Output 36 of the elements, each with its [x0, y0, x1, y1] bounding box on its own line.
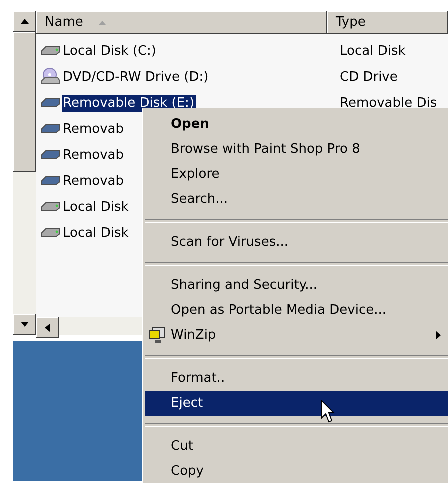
scroll-up-button[interactable] [13, 11, 36, 32]
drive-type: Removable Dis [339, 96, 438, 110]
menu-item[interactable]: Format.. [145, 366, 448, 391]
mouse-cursor-icon [321, 400, 335, 424]
scroll-thumb[interactable] [13, 32, 36, 172]
winzip-icon [149, 326, 167, 344]
drive-name[interactable]: DVD/CD-RW Drive (D:) [62, 68, 210, 86]
menu-item[interactable]: Sharing and Security... [145, 273, 448, 298]
menu-item[interactable]: Scan for Viruses... [145, 230, 448, 255]
drive-name[interactable]: Local Disk [62, 198, 130, 216]
drive-name[interactable]: Local Disk [62, 224, 130, 242]
menu-item[interactable]: Copy [145, 459, 448, 483]
drive-name[interactable]: Removab [62, 146, 125, 164]
submenu-arrow-icon [436, 331, 441, 340]
menu-item[interactable]: Open [145, 112, 448, 137]
column-header[interactable]: Type [327, 11, 448, 34]
column-header[interactable]: Name [36, 11, 327, 34]
drive-name[interactable]: Removab [62, 172, 125, 190]
drive-name[interactable]: Removable Disk (E:) [62, 94, 196, 112]
menu-item[interactable]: Cut [145, 434, 448, 459]
menu-item[interactable]: Search... [145, 187, 448, 212]
menu-item[interactable]: Explore [145, 162, 448, 187]
menu-item[interactable]: WinZip [145, 323, 448, 348]
drive-name[interactable]: Removab [62, 120, 125, 138]
drive-type: Local Disk [339, 44, 406, 58]
menu-item[interactable]: Eject [145, 391, 448, 416]
up-arrow-icon [20, 19, 28, 24]
scroll-left-button[interactable] [36, 317, 59, 338]
down-arrow-icon [20, 322, 28, 327]
menu-item[interactable]: Browse with Paint Shop Pro 8 [145, 137, 448, 162]
menu-item[interactable]: Open as Portable Media Device... [145, 298, 448, 323]
left-arrow-icon [45, 324, 50, 332]
drive-name[interactable]: Local Disk (C:) [62, 42, 158, 60]
scroll-down-button[interactable] [13, 314, 36, 335]
drive-type: CD Drive [339, 70, 398, 84]
cd-drive-icon [41, 67, 61, 87]
